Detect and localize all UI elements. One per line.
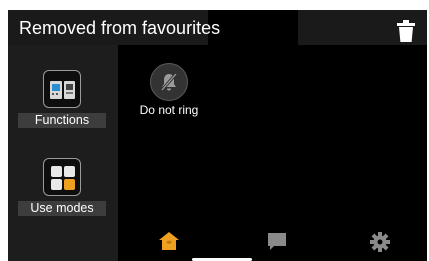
functions-tile[interactable]	[43, 70, 81, 108]
sidebar-item-label: Functions	[18, 113, 106, 128]
chat-icon[interactable]	[267, 232, 287, 252]
use-modes-icon	[51, 166, 75, 190]
bell-off-icon	[160, 73, 178, 91]
header-bar: Removed from favourites	[8, 10, 427, 45]
sidebar-item-label: Use modes	[18, 201, 106, 216]
page-title: Removed from favourites	[19, 18, 221, 38]
sidebar: Functions Use modes	[8, 45, 118, 261]
do-not-ring-label: Do not ring	[139, 103, 199, 117]
functions-icon	[50, 81, 75, 99]
gear-icon[interactable]	[370, 232, 390, 252]
header-shade	[208, 10, 298, 45]
use-modes-tile[interactable]	[43, 158, 81, 196]
app-screen: Removed from favourites Functions Use mo…	[8, 10, 427, 261]
home-icon[interactable]	[159, 231, 179, 251]
do-not-ring-button[interactable]	[150, 63, 188, 101]
trash-icon[interactable]	[397, 20, 415, 42]
